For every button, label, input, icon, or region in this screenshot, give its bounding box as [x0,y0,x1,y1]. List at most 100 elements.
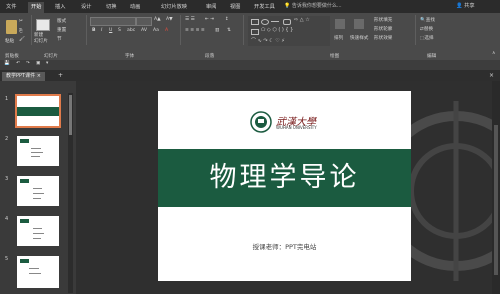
shapes-gallery[interactable]: ⇨ △ ☆ ⬠ ◇ ⬡ ( ) { } ⌒ ∿ ↷ ☾ ♡ ⚡ [248,16,330,46]
char-spacing-icon[interactable]: AV [141,28,147,33]
grow-font-icon[interactable]: A▲ [154,17,161,22]
bullets-icon[interactable]: ☰ ☰ [185,17,195,22]
format-painter-icon[interactable]: 🖌 [19,37,25,42]
strikethrough-icon[interactable]: abc [127,28,135,33]
select-button[interactable]: ⬚选择 [420,35,434,41]
slide-canvas[interactable]: 武漢大學 WUHAN UNIVERSITY 物理学导论 授课老师：PPT完电站 [158,91,411,281]
quick-access-toolbar: 💾 ↶ ↷ ▣ ▾ [0,60,500,70]
slide-title[interactable]: 物理学导论 [158,149,411,207]
shape-row2-icons[interactable]: ⬠ ◇ ⬡ ( ) { } [261,27,293,33]
replace-button[interactable]: ⇄替换 [420,26,433,32]
paste-icon[interactable] [6,20,17,34]
thumb-text-line [33,238,41,239]
new-tab-icon[interactable]: + [58,72,63,79]
cut-icon[interactable]: ✂ [19,19,23,24]
replace-label: 替换 [423,27,434,32]
arrange-icon[interactable] [335,19,345,29]
tab-file[interactable]: 文件 [3,2,19,13]
reset-button[interactable]: 重置 [57,27,66,33]
thumb-text-line [29,268,39,269]
underline-icon[interactable]: U [109,28,112,33]
close-window-icon[interactable]: × [489,72,494,79]
find-button[interactable]: 🔍查找 [420,17,435,23]
new-slide-icon[interactable] [36,19,50,31]
layout-button[interactable]: 版式 [57,18,66,24]
copy-icon[interactable]: ⎘ [19,28,23,34]
tab-animations[interactable]: 动画 [127,2,143,13]
shape-fill-button[interactable]: 形状填充 [374,17,392,23]
tab-design[interactable]: 设计 [78,2,94,13]
font-size-input[interactable] [136,17,152,26]
text-direction-icon[interactable]: ⇅ [227,28,231,33]
change-case-icon[interactable]: Aa [153,28,159,33]
tell-me-search[interactable]: 💡 告诉我你想要做什么... [284,2,374,11]
slide-thumbnail-2[interactable] [17,136,59,166]
shadow-icon[interactable]: S [118,28,121,33]
thumb-text-line [31,152,43,153]
thumb-text-line [33,198,41,199]
group-editing: 编辑 [427,54,437,59]
editor-scroll-thumb[interactable] [494,125,498,275]
font-color-icon[interactable]: A [165,28,168,33]
document-tab-bar [0,70,500,81]
columns-icon[interactable]: ▥ [215,28,219,33]
rectangle-shape-icon[interactable] [251,19,259,25]
paste-label[interactable]: 粘贴 [5,38,14,44]
document-tab[interactable]: 教学PPT课件 × [2,72,45,81]
customize-qat-icon[interactable]: ▾ [46,61,48,66]
share-button[interactable]: 👤 共享 [456,2,475,11]
quick-styles-icon[interactable] [354,19,364,29]
thumb-band [17,107,59,116]
line-shape-icon[interactable] [271,21,279,22]
tab-transitions[interactable]: 切换 [103,2,119,13]
close-icon[interactable]: × [37,73,41,79]
arrange-button[interactable]: 排列 [334,35,343,41]
thumb-text-line [29,273,41,274]
undo-icon[interactable]: ↶ [16,61,20,66]
slide-thumbnail-1[interactable] [15,94,61,128]
new-slide-label[interactable]: 新建 幻灯片 [34,33,48,45]
bold-icon[interactable]: B [92,28,96,33]
group-clipboard: 剪贴板 [5,54,19,59]
italic-icon[interactable]: I [101,28,102,33]
shrink-font-icon[interactable]: A▼ [166,17,173,22]
thumb-text-line [33,193,44,194]
quick-styles-button[interactable]: 快速样式 [350,35,368,41]
redo-icon[interactable]: ↷ [26,61,30,66]
tab-slideshow[interactable]: 幻灯片放映 [158,2,190,13]
textbox-shape-icon[interactable] [251,29,259,35]
tab-review[interactable]: 审阅 [203,2,219,13]
ribbon: 粘贴 ✂ ⎘ 🖌 剪贴板 新建 幻灯片 版式 重置 节 幻灯片 A▲ A▼ B … [0,13,500,61]
tab-developer[interactable]: 开发工具 [251,2,278,13]
start-slideshow-icon[interactable]: ▣ [36,61,40,66]
tab-view[interactable]: 视图 [227,2,243,13]
save-icon[interactable]: 💾 [4,61,10,66]
indent-icon[interactable]: ⇤ ⇥ [205,17,214,22]
slide-thumbnail-4[interactable] [17,216,59,246]
separator [415,15,416,45]
align-icons[interactable]: ≡ ≡ ≡ ≡ [185,28,205,33]
tab-home[interactable]: 开始 [28,2,45,13]
tab-insert[interactable]: 插入 [52,2,68,13]
shape-row3-icons[interactable]: ⌒ ∿ ↷ ☾ ♡ ⚡ [251,37,285,44]
line-spacing-icon[interactable]: ↕ [225,17,229,22]
slide-thumbnail-5[interactable] [17,256,59,288]
collapse-ribbon-icon[interactable]: ∧ [492,51,495,56]
slide-thumbnail-panel: 1 2 3 4 5 [0,81,76,294]
select-label: 选择 [424,36,434,41]
thumb-title-box [20,179,29,183]
section-button[interactable]: 节 [57,36,62,42]
oval-shape-icon[interactable] [261,19,269,25]
slide-number: 2 [5,136,9,142]
title-band: 物理学导论 [158,149,411,207]
shape-outline-button[interactable]: 形状轮廓 [374,26,392,32]
thumbnail-scroll-thumb[interactable] [69,95,72,135]
shape-effects-button[interactable]: 形状效果 [374,35,392,41]
font-name-input[interactable] [90,17,136,26]
slide-subtitle[interactable]: 授课老师：PPT完电站 [158,241,411,251]
editor-scrollbar[interactable] [492,81,500,294]
arrow-shape-icon[interactable]: ⇨ △ ☆ [294,17,310,23]
slide-thumbnail-3[interactable] [17,176,59,206]
thumb-text-line [31,156,40,157]
rounded-rect-shape-icon[interactable] [283,19,291,25]
